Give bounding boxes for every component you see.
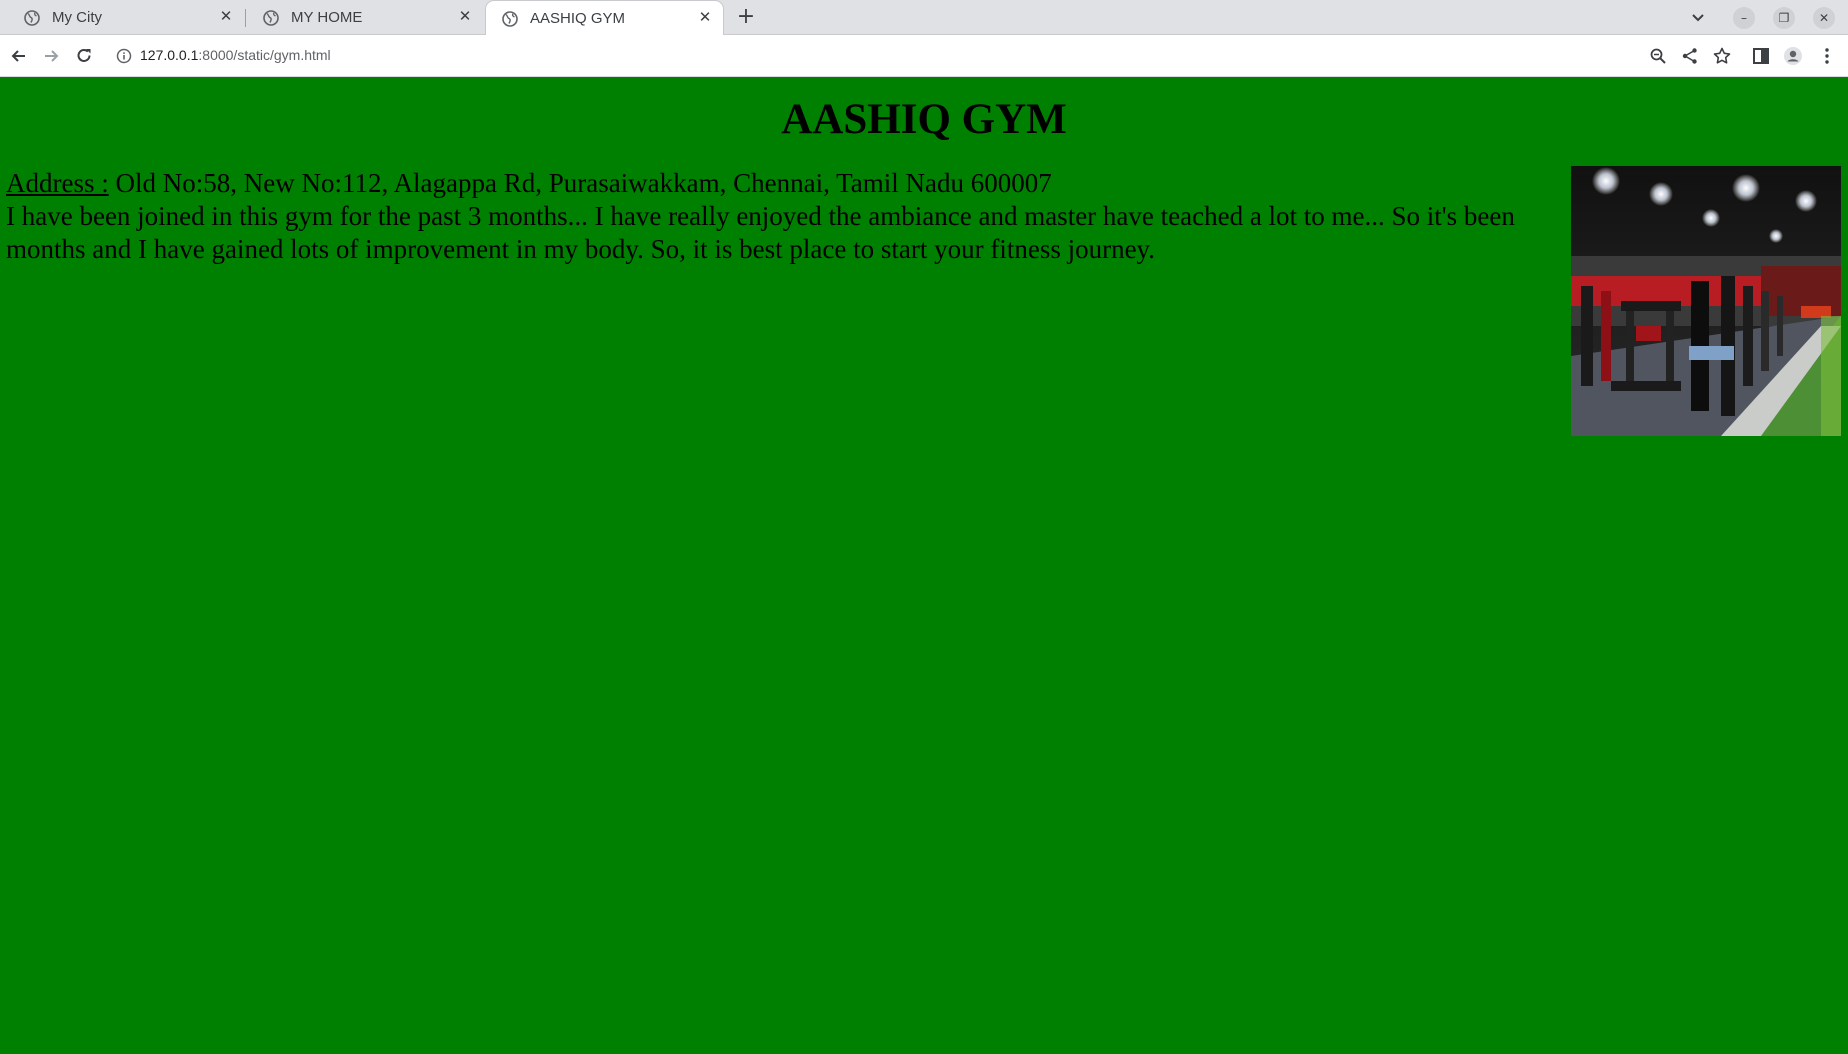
tab-title: My City <box>52 9 102 26</box>
url-path: :8000/static/gym.html <box>198 47 331 63</box>
back-arrow-icon[interactable] <box>9 46 29 66</box>
reload-icon[interactable] <box>74 46 94 66</box>
tab-strip: My City ✕ MY HOME ✕ AASHIQ GYM ✕ + – ❐ ✕ <box>0 0 1848 36</box>
zoom-icon[interactable] <box>1648 46 1668 66</box>
close-tab-icon[interactable]: ✕ <box>457 9 473 25</box>
tab-search-chevron-icon[interactable] <box>1688 7 1708 27</box>
tab-title: MY HOME <box>291 9 363 26</box>
globe-icon <box>263 10 279 26</box>
gym-description: Address : Old No:58, New No:112, Alagapp… <box>6 167 1571 266</box>
new-tab-button[interactable]: + <box>735 6 757 28</box>
tab-title: AASHIQ GYM <box>530 10 626 27</box>
site-info-icon[interactable] <box>116 48 132 64</box>
tab-my-city[interactable]: My City ✕ <box>8 0 244 35</box>
url-host: 127.0.0.1 <box>140 47 199 63</box>
tab-aashiq-gym[interactable]: AASHIQ GYM ✕ <box>485 0 724 36</box>
side-panel-icon[interactable] <box>1751 46 1771 66</box>
close-tab-icon[interactable]: ✕ <box>218 9 234 25</box>
page-content: AASHIQ GYM Address: Old No:58, New No:1… <box>0 78 1848 1054</box>
kebab-menu-icon[interactable] <box>1817 46 1837 66</box>
tab-my-home[interactable]: MY HOME ✕ <box>247 0 483 35</box>
close-window-button[interactable]: ✕ <box>1813 7 1835 29</box>
gym-interior-illustration <box>1571 166 1841 436</box>
address-bar[interactable]: 127.0.0.1:8000/static/gym.html <box>106 40 1706 72</box>
minimize-button[interactable]: – <box>1733 7 1755 29</box>
address-text: Old No:58, New No:112, Alagappa Rd, Pura… <box>115 168 1052 198</box>
browser-toolbar: 127.0.0.1:8000/static/gym.html <box>0 35 1848 77</box>
page-title: AASHIQ GYM <box>781 96 1067 143</box>
forward-arrow-icon[interactable] <box>41 46 61 66</box>
url-text: 127.0.0.1:8000/static/gym.html <box>140 47 331 63</box>
restore-button[interactable]: ❐ <box>1773 7 1795 29</box>
tab-separator <box>245 9 246 27</box>
globe-icon <box>502 11 518 27</box>
gym-interior-image <box>1571 166 1841 436</box>
bookmark-star-icon[interactable] <box>1712 46 1732 66</box>
close-tab-icon[interactable]: ✕ <box>697 10 713 26</box>
profile-avatar-icon[interactable] <box>1783 46 1803 66</box>
globe-icon <box>24 10 40 26</box>
address-label: Address : <box>6 168 109 198</box>
review-text: I have been joined in this gym for the p… <box>6 201 1515 264</box>
share-icon[interactable] <box>1680 46 1700 66</box>
